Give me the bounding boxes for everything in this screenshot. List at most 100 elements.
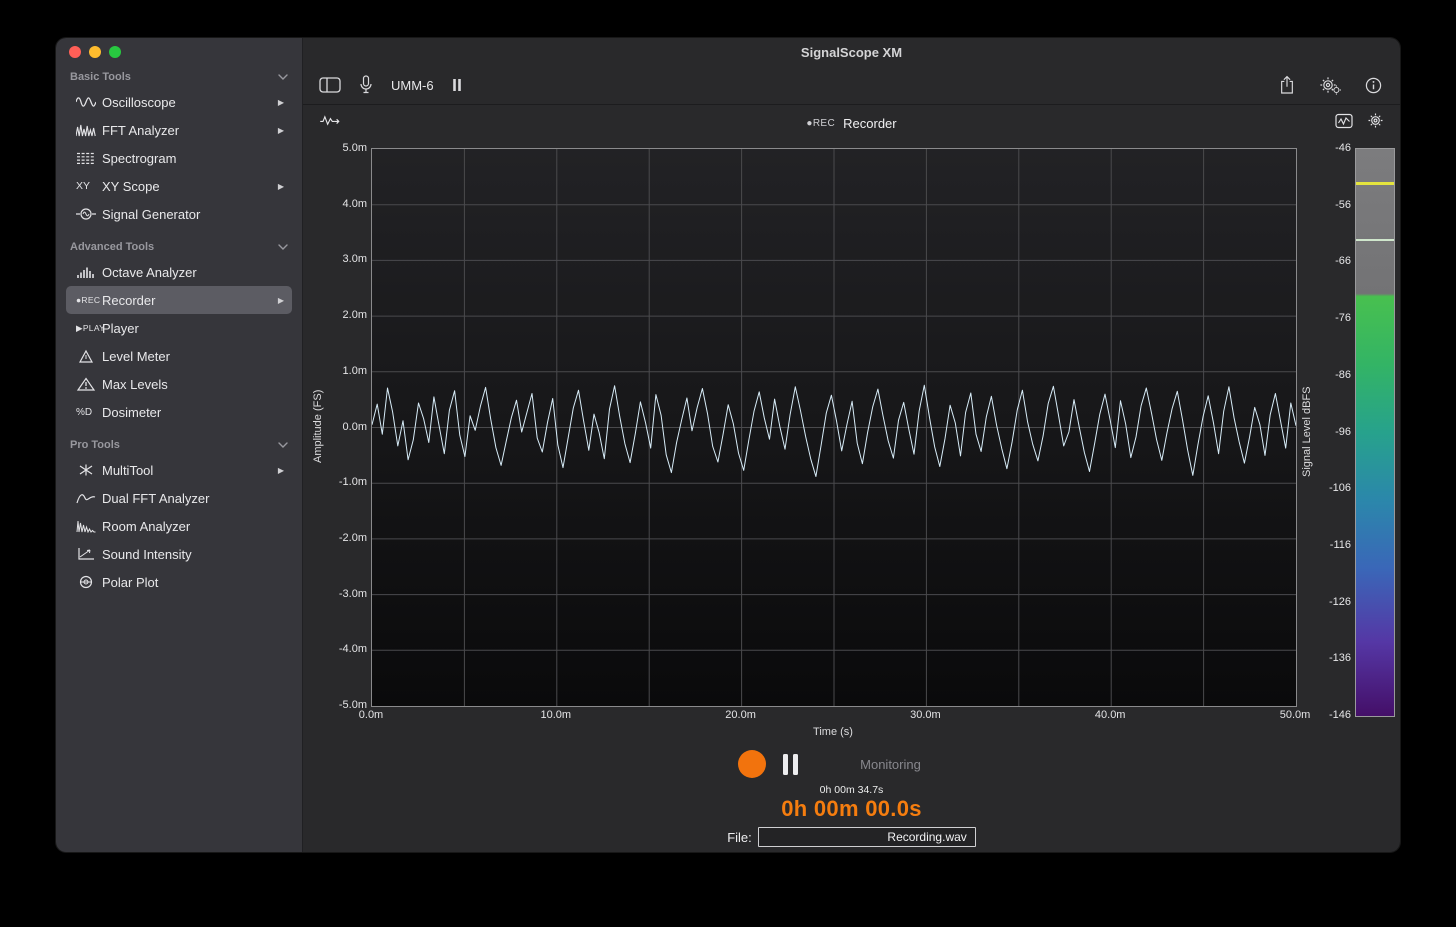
main-area: SignalScope XM UMM-6: [303, 38, 1400, 852]
level-meter-title: Signal Level dBFS: [1299, 148, 1315, 715]
octave-bars-icon: [76, 265, 102, 279]
dosimeter-icon: %D: [76, 407, 102, 418]
sidebar-item-label: Level Meter: [102, 349, 284, 364]
microphone-icon[interactable]: [359, 75, 373, 95]
sidebar-item-max-levels[interactable]: Max Levels: [66, 370, 292, 398]
y-axis-title: Amplitude (FS): [309, 148, 327, 705]
sidebar-item-player[interactable]: ▶PLAYPlayer: [66, 314, 292, 342]
y-axis-ticks: 5.0m4.0m3.0m2.0m1.0m0.0m-1.0m-2.0m-3.0m-…: [327, 148, 367, 705]
chevron-down-icon: [278, 442, 288, 448]
disclosure-arrow-icon[interactable]: ▶: [278, 182, 284, 191]
x-tick-label: 20.0m: [725, 709, 756, 721]
y-tick-label: 5.0m: [343, 142, 367, 154]
sidebar-item-label: Octave Analyzer: [102, 265, 284, 280]
record-button[interactable]: [738, 750, 766, 778]
y-tick-label: 4.0m: [343, 198, 367, 210]
y-tick-label: 0.0m: [343, 421, 367, 433]
info-icon[interactable]: [1365, 77, 1382, 94]
play-icon: ▶PLAY: [76, 323, 102, 334]
spectrogram-icon: [76, 151, 102, 165]
sidebar-item-label: Player: [102, 321, 284, 336]
minimize-window-button[interactable]: [89, 46, 101, 58]
disclosure-arrow-icon[interactable]: ▶: [278, 126, 284, 135]
peak-level-marker: [1356, 182, 1394, 185]
sidebar-item-label: MultiTool: [102, 463, 278, 478]
rec-icon: ●REC: [76, 295, 102, 305]
sidebar-item-label: Spectrogram: [102, 151, 284, 166]
sidebar-item-label: Dosimeter: [102, 405, 284, 420]
sidebar-titlebar[interactable]: [56, 38, 302, 66]
app-window: Basic ToolsOscilloscope▶FFT Analyzer▶Spe…: [56, 38, 1400, 852]
y-tick-label: -3.0m: [339, 588, 367, 600]
level-meter-tick-label: -46: [1335, 142, 1351, 154]
y-tick-label: 2.0m: [343, 309, 367, 321]
sidebar-item-label: Oscilloscope: [102, 95, 278, 110]
sidebar-section-header-advanced-tools[interactable]: Advanced Tools: [56, 236, 302, 258]
panel-header-right: [1335, 112, 1384, 129]
x-tick-label: 30.0m: [910, 709, 941, 721]
titlebar[interactable]: SignalScope XM: [303, 38, 1400, 66]
level-meter-ticks: -46-56-66-76-86-96-106-116-126-136-146: [1315, 148, 1351, 715]
disclosure-arrow-icon[interactable]: ▶: [278, 466, 284, 475]
chart-view-icon[interactable]: [1335, 113, 1353, 129]
chart-settings-gear-icon[interactable]: [1367, 112, 1384, 129]
input-device-label[interactable]: UMM-6: [391, 78, 434, 93]
elapsed-time-small: 0h 00m 34.7s: [303, 784, 1400, 796]
file-name-input[interactable]: [758, 827, 976, 847]
chevron-down-icon: [278, 74, 288, 80]
sidebar-item-dosimeter[interactable]: %DDosimeter: [66, 398, 292, 426]
y-tick-label: -1.0m: [339, 476, 367, 488]
sidebar-item-spectrogram[interactable]: Spectrogram: [66, 144, 292, 172]
sidebar-item-recorder[interactable]: ●RECRecorder▶: [66, 286, 292, 314]
sidebar-toggle-icon[interactable]: [319, 77, 341, 93]
sidebar-section-basic-tools: Basic ToolsOscilloscope▶FFT Analyzer▶Spe…: [56, 66, 302, 228]
file-row: File:: [303, 827, 1400, 847]
settings-gears-icon[interactable]: [1319, 76, 1341, 95]
toolbar-right: [1279, 66, 1382, 104]
polar-plot-icon: [76, 575, 102, 589]
sidebar-item-oscilloscope[interactable]: Oscilloscope▶: [66, 88, 292, 116]
disclosure-arrow-icon[interactable]: ▶: [278, 98, 284, 107]
level-meter-tick-label: -146: [1329, 709, 1351, 721]
warning-icon: [76, 377, 102, 391]
y-tick-label: 1.0m: [343, 365, 367, 377]
level-meter-bar: [1355, 148, 1395, 717]
sidebar-item-room-analyzer[interactable]: Room Analyzer: [66, 512, 292, 540]
pause-input-icon[interactable]: [452, 78, 462, 92]
sidebar-section-label: Pro Tools: [70, 439, 120, 451]
level-meter-tick-label: -96: [1335, 426, 1351, 438]
sidebar-item-signal-generator[interactable]: Signal Generator: [66, 200, 292, 228]
sidebar-section-header-basic-tools[interactable]: Basic Tools: [56, 66, 302, 88]
x-axis-title: Time (s): [371, 726, 1295, 738]
sidebar-section-header-pro-tools[interactable]: Pro Tools: [56, 434, 302, 456]
sound-intensity-icon: [76, 547, 102, 561]
xy-icon: XY: [76, 180, 102, 192]
sidebar-item-multitool[interactable]: MultiTool▶: [66, 456, 292, 484]
level-meter-tick-label: -56: [1335, 199, 1351, 211]
x-tick-label: 40.0m: [1095, 709, 1126, 721]
sidebar-item-label: Room Analyzer: [102, 519, 284, 534]
level-meter-tick-label: -116: [1330, 539, 1351, 551]
sidebar-item-fft-analyzer[interactable]: FFT Analyzer▶: [66, 116, 292, 144]
sidebar-item-octave-analyzer[interactable]: Octave Analyzer: [66, 258, 292, 286]
waveform-plot[interactable]: [371, 148, 1297, 707]
share-icon[interactable]: [1279, 75, 1295, 95]
window-title: SignalScope XM: [801, 45, 902, 60]
sidebar-item-label: Max Levels: [102, 377, 284, 392]
x-axis-ticks: 0.0m10.0m20.0m30.0m40.0m50.0m: [371, 709, 1295, 723]
x-tick-label: 10.0m: [541, 709, 572, 721]
pause-button[interactable]: [783, 754, 798, 775]
panel-header: ●REC Recorder: [303, 114, 1400, 132]
y-tick-label: -4.0m: [339, 643, 367, 655]
x-tick-label: 0.0m: [359, 709, 383, 721]
sidebar-item-level-meter[interactable]: Level Meter: [66, 342, 292, 370]
sidebar-section-pro-tools: Pro ToolsMultiTool▶Dual FFT AnalyzerRoom…: [56, 434, 302, 596]
sidebar-item-dual-fft-analyzer[interactable]: Dual FFT Analyzer: [66, 484, 292, 512]
sidebar-item-sound-intensity[interactable]: Sound Intensity: [66, 540, 292, 568]
sidebar-item-xy-scope[interactable]: XYXY Scope▶: [66, 172, 292, 200]
zoom-window-button[interactable]: [109, 46, 121, 58]
disclosure-arrow-icon[interactable]: ▶: [278, 296, 284, 305]
close-window-button[interactable]: [69, 46, 81, 58]
toolbar-left: UMM-6: [319, 66, 462, 104]
sidebar-item-polar-plot[interactable]: Polar Plot: [66, 568, 292, 596]
